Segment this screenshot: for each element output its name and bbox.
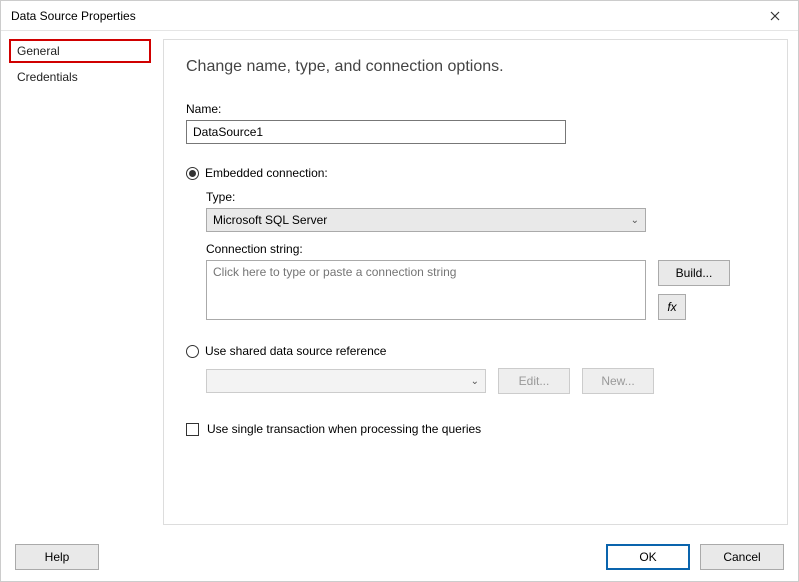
close-icon xyxy=(770,11,780,21)
fx-button[interactable]: fx xyxy=(658,294,686,320)
titlebar: Data Source Properties xyxy=(1,1,798,31)
conn-row: Build... fx xyxy=(206,260,765,320)
type-label: Type: xyxy=(206,190,765,204)
footer: Help OK Cancel xyxy=(1,533,798,581)
fx-icon: fx xyxy=(667,300,676,314)
name-label: Name: xyxy=(186,102,765,116)
single-tx-checkbox[interactable] xyxy=(186,423,199,436)
sidebar-item-credentials[interactable]: Credentials xyxy=(9,65,151,89)
sidebar-item-label: General xyxy=(17,44,60,58)
shared-row: ⌄ Edit... New... xyxy=(206,368,765,394)
help-button[interactable]: Help xyxy=(15,544,99,570)
embedded-radio-label: Embedded connection: xyxy=(205,166,328,180)
close-button[interactable] xyxy=(752,1,798,31)
ok-button[interactable]: OK xyxy=(606,544,690,570)
name-input[interactable] xyxy=(186,120,566,144)
window-title: Data Source Properties xyxy=(11,9,136,23)
content-panel: Change name, type, and connection option… xyxy=(163,39,788,525)
sidebar-item-label: Credentials xyxy=(17,70,78,84)
type-value: Microsoft SQL Server xyxy=(213,213,327,227)
chevron-down-icon: ⌄ xyxy=(631,215,639,226)
edit-button: Edit... xyxy=(498,368,570,394)
chevron-down-icon: ⌄ xyxy=(471,376,479,387)
single-tx-label: Use single transaction when processing t… xyxy=(207,422,481,436)
page-heading: Change name, type, and connection option… xyxy=(186,58,765,76)
conn-side-buttons: Build... fx xyxy=(658,260,730,320)
conn-label: Connection string: xyxy=(206,242,765,256)
build-button[interactable]: Build... xyxy=(658,260,730,286)
shared-radio[interactable] xyxy=(186,345,199,358)
connection-string-input[interactable] xyxy=(206,260,646,320)
sidebar: General Credentials xyxy=(1,31,159,533)
embedded-radio-row[interactable]: Embedded connection: xyxy=(186,166,765,180)
cancel-button[interactable]: Cancel xyxy=(700,544,784,570)
shared-radio-row[interactable]: Use shared data source reference xyxy=(186,344,765,358)
single-tx-row[interactable]: Use single transaction when processing t… xyxy=(186,422,765,436)
new-button: New... xyxy=(582,368,654,394)
body-area: General Credentials Change name, type, a… xyxy=(1,31,798,533)
embedded-radio[interactable] xyxy=(186,167,199,180)
shared-dropdown: ⌄ xyxy=(206,369,486,393)
embedded-block: Type: Microsoft SQL Server ⌄ Connection … xyxy=(206,190,765,320)
footer-right: OK Cancel xyxy=(606,544,784,570)
type-dropdown[interactable]: Microsoft SQL Server ⌄ xyxy=(206,208,646,232)
sidebar-item-general[interactable]: General xyxy=(9,39,151,63)
shared-radio-label: Use shared data source reference xyxy=(205,344,386,358)
